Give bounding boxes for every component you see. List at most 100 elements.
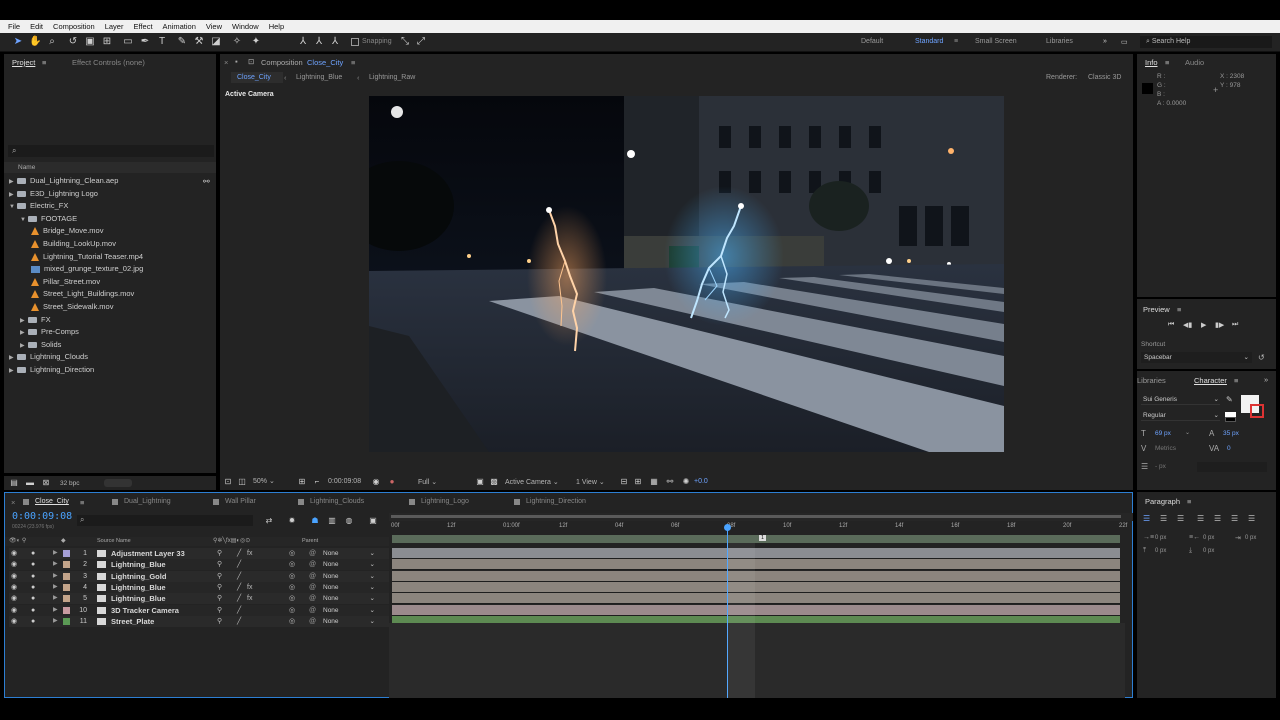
menu-item-file[interactable]: File	[8, 22, 20, 31]
layer-duration-bar[interactable]	[392, 593, 1120, 605]
search-help-input[interactable]: ⌕ Search Help	[1140, 36, 1272, 48]
tab-effect-controls[interactable]: Effect Controls (none)	[72, 58, 145, 67]
time-ruler[interactable]: 00f 12f 01:00f 12f 04f 06f 08f 10f 12f 14f 16f 18f 2…	[389, 521, 1133, 535]
label-color-swatch[interactable]	[63, 617, 70, 625]
project-item[interactable]: Bridge_Move.mov	[31, 225, 103, 237]
eye-icon[interactable]: ◉	[11, 593, 17, 604]
first-line-indent-value[interactable]: 0 px	[1245, 535, 1256, 541]
3d-layer-switch-icon[interactable]: ◎	[289, 571, 295, 582]
expand-layer-icon[interactable]: ▶	[53, 571, 58, 582]
disclosure-closed-icon[interactable]: ▶	[9, 365, 17, 377]
renderer-value[interactable]: Classic 3D	[1088, 74, 1121, 81]
timeline-tab[interactable]: Lightning_Logo	[421, 498, 469, 505]
paragraph-menu-icon[interactable]: ≡	[1187, 497, 1191, 506]
parent-header[interactable]: Parent	[302, 538, 318, 544]
disclosure-closed-icon[interactable]: ▶	[20, 315, 28, 327]
view-layout-dropdown[interactable]: 1 View ⌄	[576, 478, 605, 486]
expand-layer-icon[interactable]: ▶	[53, 616, 58, 627]
disclosure-closed-icon[interactable]: ▶	[20, 327, 28, 339]
indent-left-value[interactable]: 0 px	[1155, 535, 1166, 541]
expand-layer-icon[interactable]: ▶	[53, 559, 58, 570]
flowchart-icon[interactable]: ⚯	[664, 476, 676, 488]
resolution-dropdown[interactable]: Full ⌄	[418, 478, 437, 486]
label-color-swatch[interactable]	[63, 595, 70, 603]
solo-icon[interactable]: ●	[31, 616, 35, 627]
justify-center-icon[interactable]: ☰	[1214, 514, 1221, 523]
expand-layer-icon[interactable]: ▶	[53, 593, 58, 604]
3d-layer-switch-icon[interactable]: ◎	[289, 605, 295, 616]
work-area-bar[interactable]	[389, 513, 1133, 521]
preview-menu-icon[interactable]: ≡	[1177, 305, 1181, 314]
solo-icon[interactable]: ●	[31, 548, 35, 559]
timeline-timecode[interactable]: 0:00:09:08	[12, 511, 72, 522]
parent-dropdown[interactable]: None ⌄	[321, 606, 377, 615]
label-column-icon[interactable]: ◆	[61, 537, 66, 544]
eraser-tool-icon[interactable]: ◪	[210, 36, 222, 48]
align-left-icon[interactable]: ☰	[1143, 514, 1150, 523]
shy-switch-icon[interactable]: ⚲	[217, 605, 222, 616]
draft-3d-icon[interactable]: ✹	[286, 515, 298, 527]
transparency-grid-icon[interactable]: ▩	[488, 476, 500, 488]
justify-right-icon[interactable]: ☰	[1231, 514, 1238, 523]
label-color-swatch[interactable]	[63, 550, 70, 557]
disclosure-closed-icon[interactable]: ▶	[9, 352, 17, 364]
project-item[interactable]: ▼ Electric_FX	[9, 200, 68, 212]
project-item[interactable]: ▼ FOOTAGE	[20, 213, 77, 225]
layer-name[interactable]: Lightning_Gold	[111, 571, 166, 582]
rectangle-tool-icon[interactable]: ▭	[122, 36, 134, 48]
shy-switch-icon[interactable]: ⚲	[217, 616, 222, 627]
solo-icon[interactable]: ●	[31, 582, 35, 593]
project-item[interactable]: Pillar_Street.mov	[31, 276, 100, 288]
breadcrumb-lightning-blue[interactable]: Lightning_Blue	[296, 74, 342, 81]
project-item[interactable]: Street_Sidewalk.mov	[31, 301, 113, 313]
axis-world-icon[interactable]: ⅄	[313, 36, 325, 48]
tab-libraries[interactable]: Libraries	[1137, 376, 1166, 385]
stroke-color-swatch[interactable]	[1250, 404, 1264, 418]
space-before-value[interactable]: 0 px	[1155, 548, 1166, 554]
parent-pickwhip-icon[interactable]: @	[309, 605, 316, 616]
axis-view-icon[interactable]: ⅄	[329, 36, 341, 48]
interpret-footage-icon[interactable]: ▤	[8, 477, 20, 489]
project-item[interactable]: ▶ FX	[20, 314, 51, 326]
timeline-layer-row[interactable]: ◉ ● ▶ 4 Lightning_Blue ⚲ ╱ fx ◎ @ None ⌄	[9, 581, 389, 593]
workspace-standard[interactable]: Standard	[915, 38, 943, 45]
timeline-layer-row[interactable]: ◉ ● ▶ 2 Lightning_Blue ⚲ ╱ ◎ @ None ⌄	[9, 559, 389, 571]
quality-switch-icon[interactable]: ╱	[237, 593, 241, 604]
parent-pickwhip-icon[interactable]: @	[309, 582, 316, 593]
workspace-menu-icon[interactable]: ≡	[954, 38, 958, 45]
shy-switch-icon[interactable]: ⚲	[217, 571, 222, 582]
exposure-reset-icon[interactable]: ✺	[680, 476, 692, 488]
flowchart-icon[interactable]: ⚯	[203, 177, 210, 186]
menu-item-animation[interactable]: Animation	[163, 22, 196, 31]
more-panels-icon[interactable]: »	[1264, 375, 1268, 384]
source-name-header[interactable]: Source Name	[97, 538, 131, 544]
effects-switch-icon[interactable]: fx	[247, 582, 252, 593]
pan-behind-tool-icon[interactable]: ⊞	[101, 36, 113, 48]
menu-item-layer[interactable]: Layer	[105, 22, 124, 31]
eye-icon[interactable]: ◉	[11, 616, 17, 627]
project-item[interactable]: ▶ Solids	[20, 339, 61, 351]
magnification-dropdown[interactable]: 50% ⌄	[250, 477, 278, 485]
timeline-menu-icon[interactable]: ≡	[80, 498, 84, 507]
eye-icon[interactable]: ◉	[11, 605, 17, 616]
panel-menu-icon[interactable]: ≡	[351, 58, 355, 67]
kerning-value[interactable]: Metrics	[1155, 445, 1176, 452]
font-style-dropdown[interactable]: Regular ⌄	[1141, 411, 1220, 421]
close-icon[interactable]: ×	[224, 58, 228, 67]
more-workspaces-icon[interactable]: »	[1103, 38, 1107, 45]
indent-right-value[interactable]: 0 px	[1203, 535, 1214, 541]
solo-icon[interactable]: ●	[31, 559, 35, 570]
quality-switch-icon[interactable]: ╱	[237, 548, 241, 559]
effects-switch-icon[interactable]: fx	[247, 548, 252, 559]
snap-options-icon[interactable]: ⤡	[399, 36, 411, 48]
next-frame-icon[interactable]: ▮▶	[1215, 321, 1224, 329]
parent-dropdown[interactable]: None ⌄	[321, 560, 377, 569]
timeline-tab[interactable]: Wall Pillar	[225, 498, 256, 505]
timeline-icon[interactable]: ▦	[648, 476, 660, 488]
effects-switch-icon[interactable]: fx	[247, 593, 252, 604]
chevron-down-icon[interactable]: ⌄	[1185, 429, 1190, 436]
always-preview-icon[interactable]: ⊡	[222, 476, 234, 488]
bit-depth-label[interactable]: 32 bpc	[60, 480, 80, 487]
layer-name[interactable]: Lightning_Blue	[111, 593, 166, 604]
font-family-dropdown[interactable]: Sui Generis ⌄	[1141, 395, 1220, 405]
